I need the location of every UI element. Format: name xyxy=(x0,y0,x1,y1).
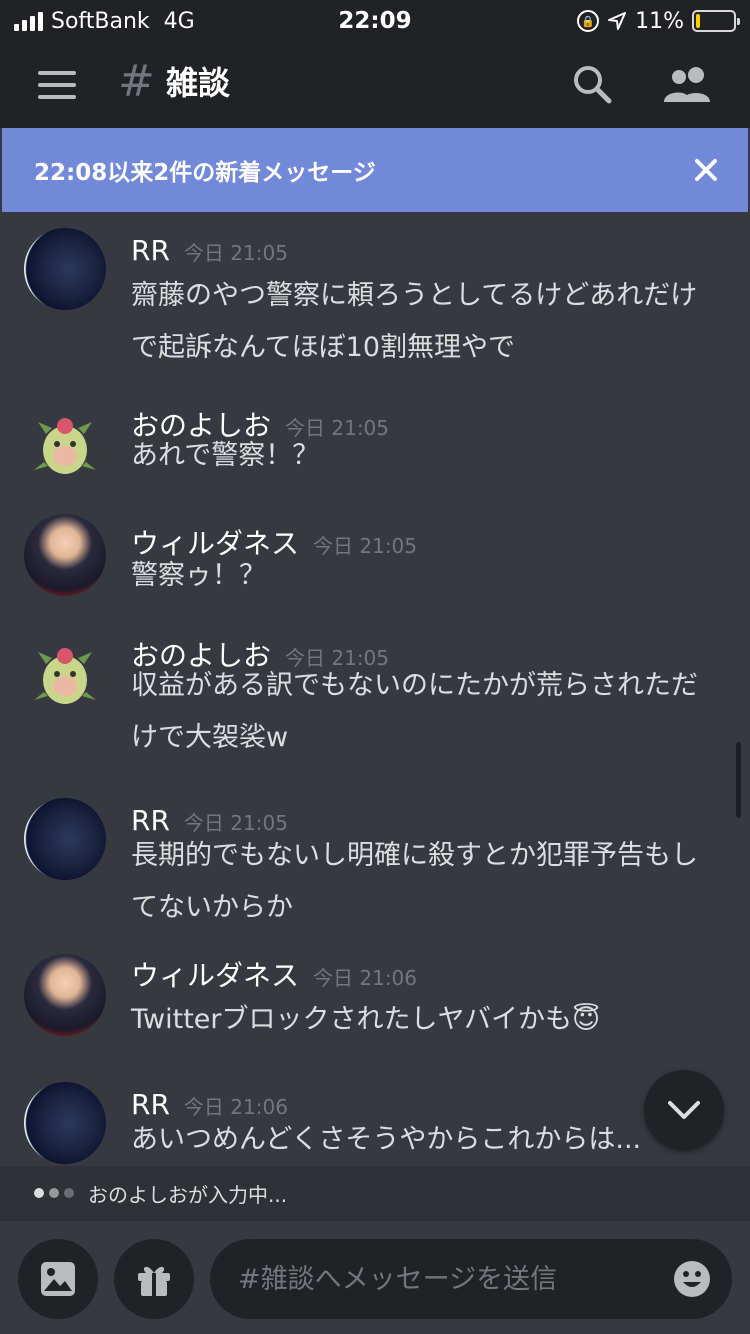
avatar[interactable] xyxy=(24,954,106,1036)
gift-button[interactable] xyxy=(114,1239,194,1319)
emoji-icon[interactable] xyxy=(672,1259,712,1299)
message-author[interactable]: ウィルダネス 今日 21:06 xyxy=(131,954,417,994)
status-right: 🔒 11% xyxy=(577,8,740,34)
avatar[interactable] xyxy=(24,634,106,716)
avatar[interactable] xyxy=(24,1082,106,1164)
channel-title: 雑談 xyxy=(166,64,231,102)
gift-icon xyxy=(138,1266,170,1296)
chevron-down-icon xyxy=(668,1101,700,1119)
hamburger-menu-icon[interactable] xyxy=(38,71,76,99)
message-text: あいつめんどくさそうやからこれからは... xyxy=(131,1124,642,1155)
battery-icon xyxy=(692,10,740,32)
typing-dots-icon xyxy=(34,1188,74,1198)
avatar[interactable] xyxy=(24,798,106,880)
composer-bar xyxy=(0,1220,750,1334)
battery-level xyxy=(696,14,700,28)
typing-text: おのよしおが入力中... xyxy=(88,1182,288,1207)
message-text: あれで警察！？ xyxy=(131,440,320,471)
message-text: 収益がある訳でもないのにたかが荒らされただけで大袈裟w xyxy=(131,670,698,753)
rotation-lock-icon: 🔒 xyxy=(577,10,600,32)
new-messages-banner[interactable]: 22:08以来2件の新着メッセージ xyxy=(2,128,748,212)
members-icon[interactable] xyxy=(662,64,714,104)
avatar[interactable] xyxy=(24,404,106,486)
search-icon[interactable] xyxy=(572,64,612,104)
image-icon xyxy=(41,1262,75,1296)
channel-hash-icon: # xyxy=(118,56,155,107)
angel-emoji-icon: 😇 xyxy=(571,1004,601,1035)
channel-header: # 雑談 xyxy=(0,42,750,128)
jump-to-bottom-button[interactable] xyxy=(644,1070,724,1150)
avatar[interactable] xyxy=(24,228,106,310)
message-text: 長期的でもないし明確に殺すとか犯罪予告もしてないからか xyxy=(131,840,698,923)
message-text: 齋藤のやつ警察に頼ろうとしてるけどあれだけで起訴なんてほぼ10割無理やで xyxy=(131,280,698,363)
battery-percent: 11% xyxy=(635,8,684,34)
scrollbar[interactable] xyxy=(736,742,741,818)
message-list[interactable]: RR 今日 21:05 齋藤のやつ警察に頼ろうとしてるけどあれだけで起訴なんてほぼ… xyxy=(0,212,750,1166)
location-arrow-icon xyxy=(608,12,627,30)
message-timestamp: 今日 21:05 xyxy=(183,241,288,265)
status-bar: SoftBank 4G 22:09 🔒 11% xyxy=(0,0,750,42)
image-upload-button[interactable] xyxy=(18,1239,98,1319)
close-icon[interactable] xyxy=(688,152,724,188)
typing-indicator: おのよしおが入力中... xyxy=(0,1166,750,1220)
message-text: Twitterブロックされたしヤバイかも😇 xyxy=(131,1004,601,1035)
message-input[interactable] xyxy=(238,1263,658,1295)
avatar[interactable] xyxy=(24,514,106,596)
message-text: 警察ゥ！？ xyxy=(131,560,266,591)
message-input-container[interactable] xyxy=(210,1239,732,1319)
new-messages-text: 22:08以来2件の新着メッセージ xyxy=(34,160,376,186)
message-author[interactable]: RR 今日 21:05 xyxy=(131,234,288,267)
message-timestamp: 今日 21:06 xyxy=(313,966,418,990)
